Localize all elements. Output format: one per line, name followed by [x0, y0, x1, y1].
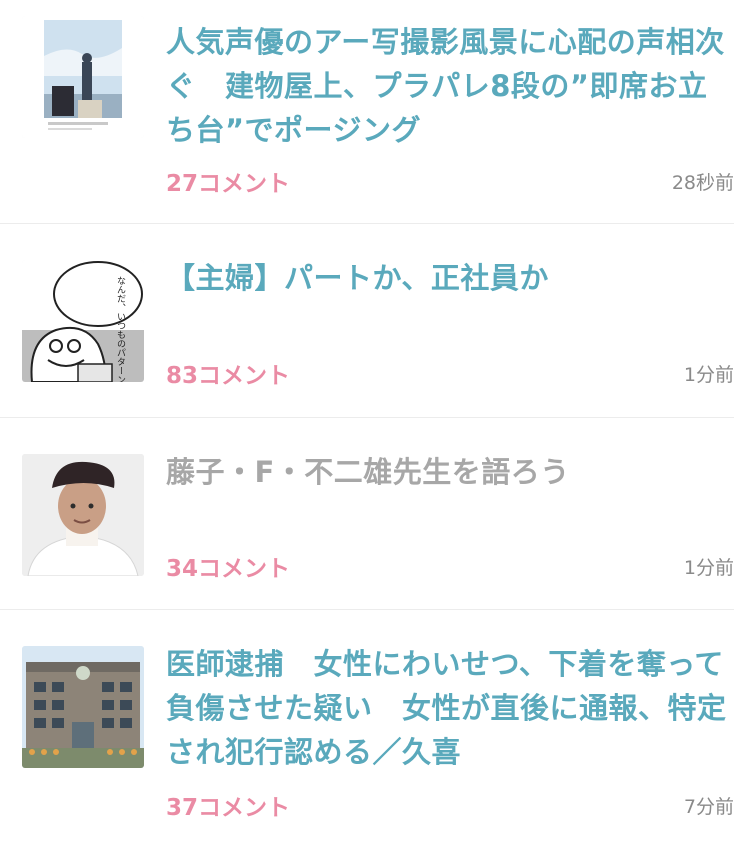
manga-panel-thumbnail: なんだ、いつものパターンか。 — [22, 260, 144, 382]
article-title[interactable]: 医師逮捕 女性にわいせつ、下着を奪って負傷させた疑い 女性が直後に通報、特定され… — [166, 642, 734, 774]
article-item[interactable]: 医師逮捕 女性にわいせつ、下着を奪って負傷させた疑い 女性が直後に通報、特定され… — [0, 610, 734, 845]
comment-count: 27コメント — [166, 171, 291, 197]
article-thumbnail[interactable] — [22, 16, 144, 138]
article-thumbnail[interactable]: なんだ、いつものパターンか。 — [22, 260, 144, 382]
article-title[interactable]: 人気声優のアー写撮影風景に心配の声相次ぐ 建物屋上、プラパレ8段の”即席お立ち台… — [166, 20, 734, 152]
post-time: 1分前 — [683, 557, 734, 579]
article-feed: 人気声優のアー写撮影風景に心配の声相次ぐ 建物屋上、プラパレ8段の”即席お立ち台… — [0, 0, 734, 845]
rooftop-photo-thumbnail — [22, 16, 144, 138]
article-thumbnail[interactable] — [22, 646, 144, 768]
article-item[interactable]: 藤子・F・不二雄先生を語ろう 34コメント 1分前 — [0, 418, 734, 610]
speech-bubble-text: なんだ、いつものパターンか。 — [115, 276, 126, 382]
portrait-photo-thumbnail — [22, 454, 144, 576]
comment-count: 34コメント — [166, 556, 291, 582]
building-photo-thumbnail — [22, 646, 144, 768]
article-title[interactable]: 【主婦】パートか、正社員か — [166, 256, 734, 300]
article-thumbnail[interactable] — [22, 454, 144, 576]
comment-count: 83コメント — [166, 363, 291, 389]
article-title[interactable]: 藤子・F・不二雄先生を語ろう — [166, 450, 734, 494]
post-time: 1分前 — [683, 364, 734, 386]
post-time: 7分前 — [683, 796, 734, 818]
article-item[interactable]: 人気声優のアー写撮影風景に心配の声相次ぐ 建物屋上、プラパレ8段の”即席お立ち台… — [0, 0, 734, 224]
post-time: 28秒前 — [671, 172, 734, 194]
article-item[interactable]: なんだ、いつものパターンか。 【主婦】パートか、正社員か 83コメント 1分前 — [0, 224, 734, 418]
comment-count: 37コメント — [166, 795, 291, 821]
